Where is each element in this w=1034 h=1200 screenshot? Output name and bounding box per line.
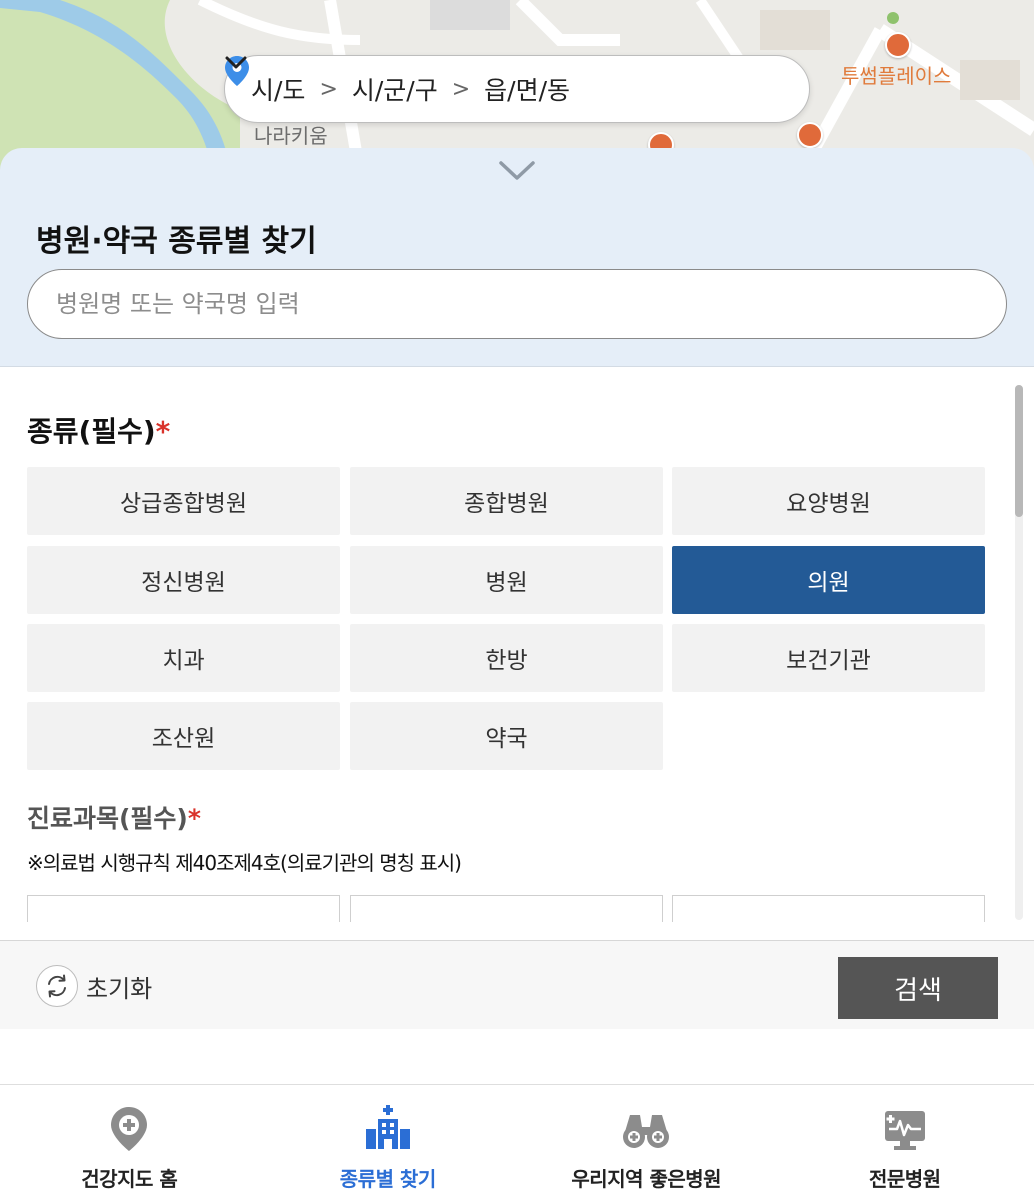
category-button[interactable]: 요양병원 bbox=[672, 467, 985, 535]
search-button[interactable]: 검색 bbox=[838, 957, 998, 1019]
category-button[interactable]: 조산원 bbox=[27, 702, 340, 770]
category-button[interactable]: 종합병원 bbox=[350, 467, 663, 535]
nav-label: 우리지역 좋은병원 bbox=[571, 1167, 722, 1191]
category-section-title: 종류(필수)* bbox=[27, 410, 170, 450]
reset-label: 초기화 bbox=[86, 974, 153, 1003]
nav-label: 건강지도 홈 bbox=[81, 1167, 178, 1191]
search-input[interactable] bbox=[27, 269, 1007, 339]
category-button[interactable]: 병원 bbox=[350, 546, 663, 614]
breadcrumb-separator: > bbox=[451, 76, 471, 102]
action-bar: 초기화 검색 bbox=[0, 940, 1034, 1029]
category-button-selected[interactable]: 의원 bbox=[672, 546, 985, 614]
sigungu-label[interactable]: 시/군/구 bbox=[352, 71, 438, 107]
category-button[interactable]: 한방 bbox=[350, 624, 663, 692]
subject-button[interactable] bbox=[27, 895, 340, 922]
scrollbar[interactable] bbox=[1015, 385, 1023, 920]
restaurant-poi-icon[interactable] bbox=[797, 122, 823, 148]
subject-title-text: 진료과목(필수) bbox=[27, 804, 188, 833]
category-title-text: 종류(필수) bbox=[27, 415, 156, 448]
monitor-heartbeat-icon bbox=[884, 1111, 925, 1150]
required-mark: * bbox=[187, 804, 201, 833]
panel-header: 병원·약국 종류별 찾기 bbox=[0, 148, 1034, 367]
eupmyeondong-label[interactable]: 읍/면/동 bbox=[484, 71, 570, 107]
map-place-label: 나라키움 bbox=[254, 124, 328, 148]
page-title: 병원·약국 종류별 찾기 bbox=[36, 224, 317, 259]
hospital-building-icon bbox=[365, 1105, 410, 1149]
category-button[interactable]: 치과 bbox=[27, 624, 340, 692]
cafe-poi-icon[interactable] bbox=[885, 32, 911, 58]
collapse-chevron-icon[interactable] bbox=[498, 160, 536, 182]
refresh-icon bbox=[36, 965, 78, 1007]
category-button[interactable]: 약국 bbox=[350, 702, 663, 770]
map-pin-plus-icon bbox=[111, 1107, 148, 1151]
nav-label: 전문병원 bbox=[868, 1167, 941, 1191]
binoculars-icon bbox=[623, 1115, 670, 1148]
breadcrumb-separator: > bbox=[319, 76, 338, 102]
law-reference-note: ※의료법 시행규칙 제40조제4호(의료기관의 명칭 표시) bbox=[27, 851, 462, 875]
nav-item-category-search[interactable]: 종류별 찾기 bbox=[259, 1085, 518, 1200]
category-button[interactable]: 정신병원 bbox=[27, 546, 340, 614]
subject-section-title: 진료과목(필수)* bbox=[27, 799, 201, 835]
map-poi-label[interactable]: 투썸플레이스 bbox=[841, 60, 951, 89]
category-button[interactable]: 상급종합병원 bbox=[27, 467, 340, 535]
subject-button[interactable] bbox=[350, 895, 663, 922]
chevron-down-icon[interactable] bbox=[225, 56, 247, 70]
bottom-navigation: 건강지도 홈 종류별 찾기 우리지역 좋은병원 전문병원 bbox=[0, 1084, 1034, 1200]
location-selector[interactable]: 시/도 > 시/군/구 > 읍/면/동 bbox=[224, 55, 810, 123]
filter-body[interactable]: 종류(필수)* 상급종합병원 종합병원 요양병원 정신병원 병원 의원 치과 한… bbox=[0, 367, 1034, 922]
nav-item-home[interactable]: 건강지도 홈 bbox=[0, 1085, 259, 1200]
nav-item-specialty-hospitals[interactable]: 전문병원 bbox=[776, 1085, 1034, 1200]
required-mark: * bbox=[155, 415, 171, 448]
search-panel: 병원·약국 종류별 찾기 종류(필수)* 상급종합병원 종합병원 요양병원 정신… bbox=[0, 148, 1034, 1048]
nav-label: 종류별 찾기 bbox=[339, 1167, 436, 1191]
nav-item-good-hospitals[interactable]: 우리지역 좋은병원 bbox=[517, 1085, 776, 1200]
sido-label[interactable]: 시/도 bbox=[251, 71, 305, 107]
category-button[interactable]: 보건기관 bbox=[672, 624, 985, 692]
subject-button[interactable] bbox=[672, 895, 985, 922]
scrollbar-thumb[interactable] bbox=[1015, 385, 1023, 517]
reset-button[interactable]: 초기화 bbox=[36, 965, 152, 1007]
